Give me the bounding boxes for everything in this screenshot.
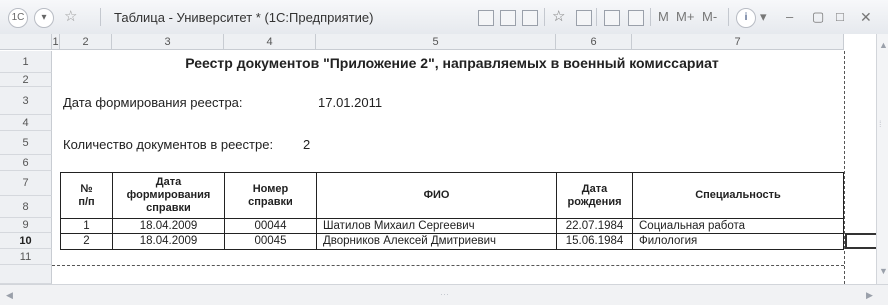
col-header-4[interactable]: 4 xyxy=(224,34,316,50)
link-icon[interactable] xyxy=(576,10,592,26)
col-header-1[interactable]: 1 xyxy=(52,34,60,50)
row-header-7[interactable]: 7 xyxy=(0,171,52,196)
save-icon[interactable] xyxy=(478,10,494,26)
separator xyxy=(596,8,597,26)
calculator-icon[interactable] xyxy=(604,10,620,26)
scroll-grip-icon[interactable]: ⋯ xyxy=(440,289,449,300)
col-header-2[interactable]: 2 xyxy=(60,34,112,50)
count-value[interactable]: 2 xyxy=(303,137,310,152)
scroll-grip-icon[interactable]: ⁞ xyxy=(879,119,882,129)
separator xyxy=(650,8,651,26)
th-birth-date: Дата рождения xyxy=(556,172,633,219)
table-cell[interactable]: 22.07.1984 xyxy=(556,218,633,234)
scroll-left-icon[interactable]: ◀ xyxy=(6,290,13,301)
th-specialty: Специальность xyxy=(632,172,844,219)
close-icon[interactable]: ✕ xyxy=(860,9,872,25)
table-cell[interactable]: Дворников Алексей Дмитриевич xyxy=(316,233,557,250)
row-header-11[interactable]: 11 xyxy=(0,249,52,265)
table-cell[interactable]: Социальная работа xyxy=(632,218,844,234)
table-cell[interactable]: 15.06.1984 xyxy=(556,233,633,250)
window-title: Таблица - Университет * (1С:Предприятие) xyxy=(114,10,374,25)
row-header-3[interactable]: 3 xyxy=(0,87,52,115)
scroll-up-icon[interactable]: ▲ xyxy=(879,40,888,50)
favorite-star-icon[interactable]: ☆ xyxy=(64,9,77,25)
separator xyxy=(728,8,729,26)
table-cell[interactable]: Шатилов Михаил Сергеевич xyxy=(316,218,557,234)
calendar-icon[interactable] xyxy=(628,10,644,26)
minimize-icon[interactable]: – xyxy=(786,9,793,25)
row-header-10[interactable]: 10 xyxy=(0,233,52,249)
table-cell[interactable]: 00044 xyxy=(224,218,317,234)
selected-cell[interactable] xyxy=(845,233,876,249)
date-value[interactable]: 17.01.2011 xyxy=(318,95,382,110)
report-title: Реестр документов "Приложение 2", направ… xyxy=(185,55,719,71)
page-boundary xyxy=(52,265,844,266)
col-header-7[interactable]: 7 xyxy=(632,34,844,50)
separator xyxy=(544,8,545,26)
row-header-6[interactable]: 6 xyxy=(0,155,52,171)
date-label: Дата формирования реестра: xyxy=(63,95,243,110)
maximize-icon[interactable]: □ xyxy=(836,9,844,25)
memory-button[interactable]: M xyxy=(658,9,669,25)
col-header-6[interactable]: 6 xyxy=(556,34,632,50)
col-header-3[interactable]: 3 xyxy=(112,34,224,50)
row-header-9[interactable]: 9 xyxy=(0,218,52,233)
print-preview-icon[interactable] xyxy=(522,10,538,26)
info-dropdown-icon[interactable]: ▾ xyxy=(760,9,767,25)
table-cell[interactable]: Филология xyxy=(632,233,844,250)
restore-icon[interactable]: ▢ xyxy=(812,9,824,25)
table-cell[interactable]: 1 xyxy=(60,218,113,234)
row-header-1[interactable]: 1 xyxy=(0,51,52,73)
th-full-name: ФИО xyxy=(316,172,557,219)
count-label: Количество документов в реестре: xyxy=(63,137,274,152)
spreadsheet-grid[interactable]: 1 2 3 4 5 6 7 1 2 3 4 5 6 7 8 9 10 11 Ре… xyxy=(0,34,876,284)
vertical-scrollbar[interactable]: ▲ ⁞ ▼ xyxy=(876,34,888,284)
horizontal-scrollbar[interactable]: ◀ ⋯ ▶ xyxy=(0,284,888,305)
row-header-4[interactable]: 4 xyxy=(0,115,52,131)
memory-minus-button[interactable]: M- xyxy=(702,9,717,25)
row-header-12[interactable] xyxy=(0,265,52,284)
row-header-2[interactable]: 2 xyxy=(0,73,52,87)
info-icon[interactable]: i xyxy=(736,8,756,28)
app-window: 1С ▾ ☆ Таблица - Университет * (1С:Предп… xyxy=(0,0,888,305)
col-header-5[interactable]: 5 xyxy=(316,34,556,50)
print-icon[interactable] xyxy=(500,10,516,26)
row-header-8[interactable]: 8 xyxy=(0,196,52,218)
page-boundary xyxy=(844,51,845,284)
th-certificate-number: Номер справки xyxy=(224,172,317,219)
table-cell[interactable]: 18.04.2009 xyxy=(112,233,225,250)
memory-plus-button[interactable]: M+ xyxy=(676,9,694,25)
table-cell[interactable]: 18.04.2009 xyxy=(112,218,225,234)
separator xyxy=(100,8,101,26)
title-bar: 1С ▾ ☆ Таблица - Университет * (1С:Предп… xyxy=(0,0,888,35)
th-issue-date: Дата формирования справки xyxy=(112,172,225,219)
grid-corner[interactable] xyxy=(0,34,52,50)
table-cell[interactable]: 2 xyxy=(60,233,113,250)
row-header-5[interactable]: 5 xyxy=(0,131,52,155)
add-favorite-icon[interactable]: ☆ xyxy=(552,9,565,25)
scroll-right-icon[interactable]: ▶ xyxy=(866,290,873,301)
scroll-down-icon[interactable]: ▼ xyxy=(879,266,888,276)
app-menu-icon[interactable]: 1С xyxy=(8,8,28,28)
th-number: № п/п xyxy=(60,172,113,219)
table-cell[interactable]: 00045 xyxy=(224,233,317,250)
history-dropdown-icon[interactable]: ▾ xyxy=(34,8,54,28)
